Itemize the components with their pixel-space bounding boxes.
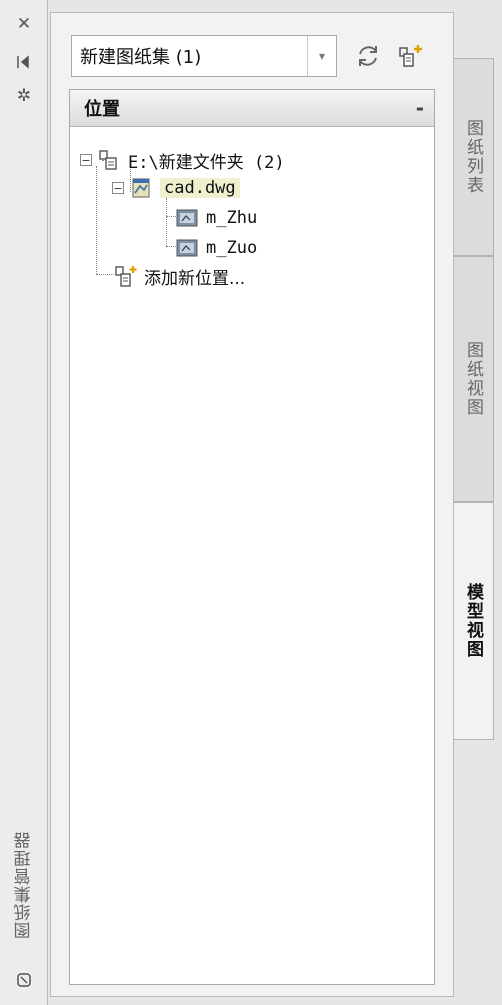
tree-node-label: m_Zhu — [206, 208, 258, 228]
properties-icon[interactable]: ✲ — [14, 86, 34, 106]
named-view-icon — [176, 239, 198, 257]
close-icon[interactable]: ✕ — [14, 14, 34, 34]
tree-node-label: m_Zuo — [206, 238, 258, 258]
tree-node-label: 添加新位置... — [144, 268, 246, 289]
tab-model-views[interactable]: 模型视图 — [454, 502, 494, 740]
drawing-file-icon — [132, 178, 150, 198]
tree-node-view[interactable]: m_Zhu — [176, 204, 257, 232]
auto-hide-icon[interactable] — [14, 52, 34, 72]
tab-label: 图纸列表 — [463, 119, 483, 195]
location-icon — [99, 150, 117, 170]
collapse-node-icon[interactable]: − — [80, 154, 92, 166]
model-views-panel: 新建图纸集 (1) ▾ 位置 - − E:\新建文件夹 (2) − cad.dw… — [50, 12, 454, 997]
named-view-icon — [176, 209, 198, 227]
tree-node-location[interactable]: − E:\新建文件夹 (2) — [80, 146, 285, 174]
tab-sheet-list[interactable]: 图纸列表 — [454, 58, 494, 256]
add-location-icon — [115, 266, 137, 287]
tree-node-label: cad.dwg — [160, 178, 240, 198]
tab-label: 模型视图 — [463, 583, 483, 659]
add-location-button[interactable] — [393, 39, 427, 73]
locations-tree: 位置 - − E:\新建文件夹 (2) − cad.dwg m_Zhu m_Zu… — [69, 89, 435, 985]
add-location-icon — [399, 45, 422, 67]
tab-sheet-views[interactable]: 图纸视图 — [454, 256, 494, 502]
collapse-icon[interactable]: - — [416, 96, 424, 120]
chevron-down-icon[interactable]: ▾ — [307, 36, 336, 76]
palette-icon[interactable] — [14, 970, 34, 990]
sheet-set-value: 新建图纸集 (1) — [80, 47, 202, 68]
tree-node-label: E:\新建文件夹 (2) — [128, 152, 285, 173]
collapse-node-icon[interactable]: − — [112, 182, 124, 194]
palette-title: 图纸集管理器 — [14, 831, 35, 939]
refresh-icon — [359, 46, 377, 66]
locations-header[interactable]: 位置 - — [70, 90, 434, 127]
locations-title: 位置 — [84, 99, 120, 120]
tree-node-add-location[interactable]: 添加新位置... — [114, 262, 245, 290]
palette-title-strip: ✕ ✲ 图纸集管理器 — [0, 0, 48, 1005]
refresh-button[interactable] — [351, 39, 385, 73]
sheet-set-dropdown[interactable]: 新建图纸集 (1) ▾ — [71, 35, 337, 77]
tree-node-drawing[interactable]: − cad.dwg — [112, 174, 240, 202]
tab-label: 图纸视图 — [463, 341, 483, 417]
tree-node-view[interactable]: m_Zuo — [176, 234, 257, 262]
